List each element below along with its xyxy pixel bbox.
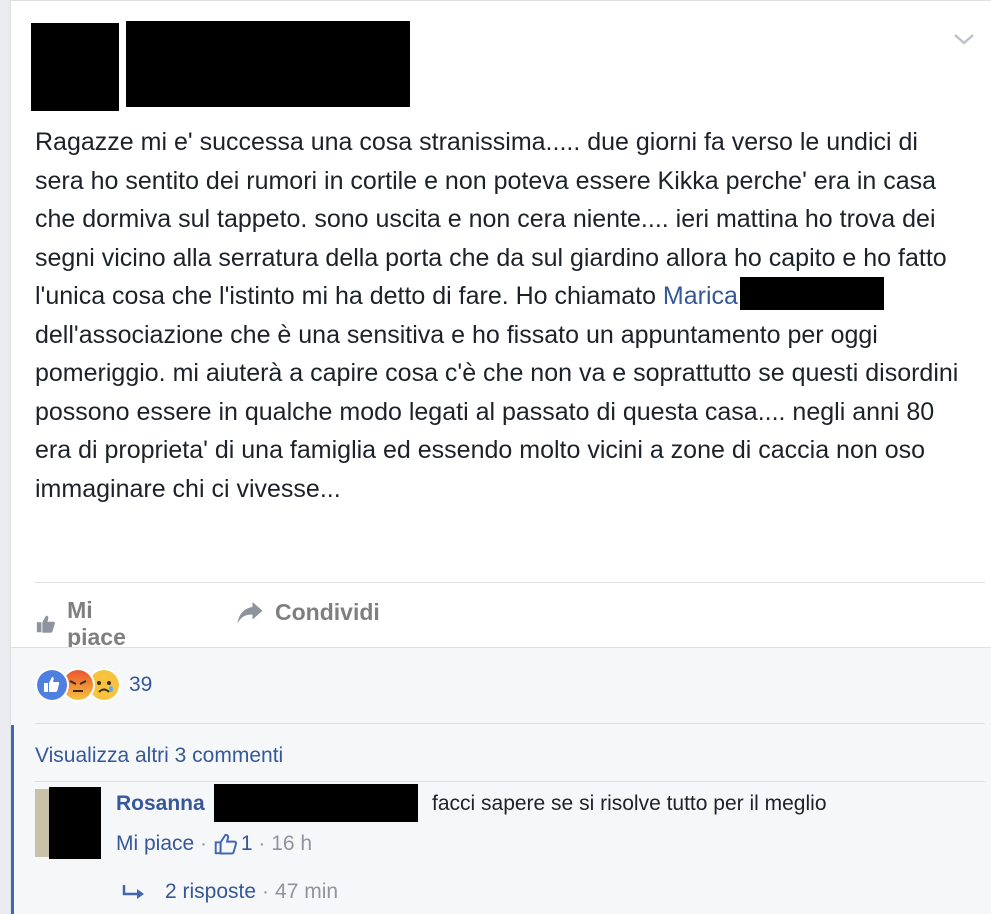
share-arrow-icon xyxy=(237,602,263,624)
divider xyxy=(35,781,985,782)
thumbs-up-outline-icon xyxy=(214,833,237,855)
replies-link[interactable]: 2 risposte xyxy=(165,880,256,904)
redacted-comment-author-surname xyxy=(214,784,418,822)
comment-timestamp[interactable]: 16 h xyxy=(271,832,312,856)
meta-separator: · xyxy=(194,832,213,855)
mention-link[interactable]: Marica xyxy=(663,282,738,310)
post-text-part2: dell'associazione che è una sensitiva e … xyxy=(35,320,959,503)
post-body: Ragazze mi e' successa una cosa straniss… xyxy=(35,123,970,508)
reactions-summary[interactable]: 39 xyxy=(35,668,152,702)
chevron-down-icon[interactable] xyxy=(951,29,977,49)
meta-separator: · xyxy=(262,880,270,903)
share-button[interactable]: Condividi xyxy=(235,597,380,627)
comment-like-link[interactable]: Mi piace xyxy=(116,832,194,856)
comment-like-count[interactable]: 1 xyxy=(241,832,253,856)
comment-replies: 2 risposte · 47 min xyxy=(121,880,338,904)
divider xyxy=(35,582,985,583)
redacted-mention-surname xyxy=(739,277,884,310)
like-button[interactable]: Mi piace xyxy=(35,597,134,651)
comment-focus-bar xyxy=(11,725,14,914)
share-label: Condividi xyxy=(275,598,380,625)
comment-author[interactable]: Rosanna xyxy=(116,792,205,816)
divider xyxy=(35,723,985,724)
reactions-count[interactable]: 39 xyxy=(129,673,152,697)
reply-arrow-icon xyxy=(122,885,144,899)
like-label: Mi piace xyxy=(67,597,126,650)
like-icon xyxy=(35,668,69,702)
meta-separator: · xyxy=(252,832,272,855)
redacted-author-name xyxy=(126,21,410,107)
comment-meta: Mi piace · 1 · 16 h xyxy=(116,831,312,857)
view-more-comments-link[interactable]: Visualizza altri 3 commenti xyxy=(35,744,283,768)
redacted-avatar xyxy=(31,23,119,111)
thumbs-up-icon xyxy=(36,615,55,633)
replies-timestamp[interactable]: 47 min xyxy=(275,880,338,904)
comment-text: facci sapere se si risolve tutto per il … xyxy=(432,792,827,815)
post-card: Ragazze mi e' successa una cosa straniss… xyxy=(10,0,991,914)
redacted-commenter-avatar xyxy=(49,787,101,859)
